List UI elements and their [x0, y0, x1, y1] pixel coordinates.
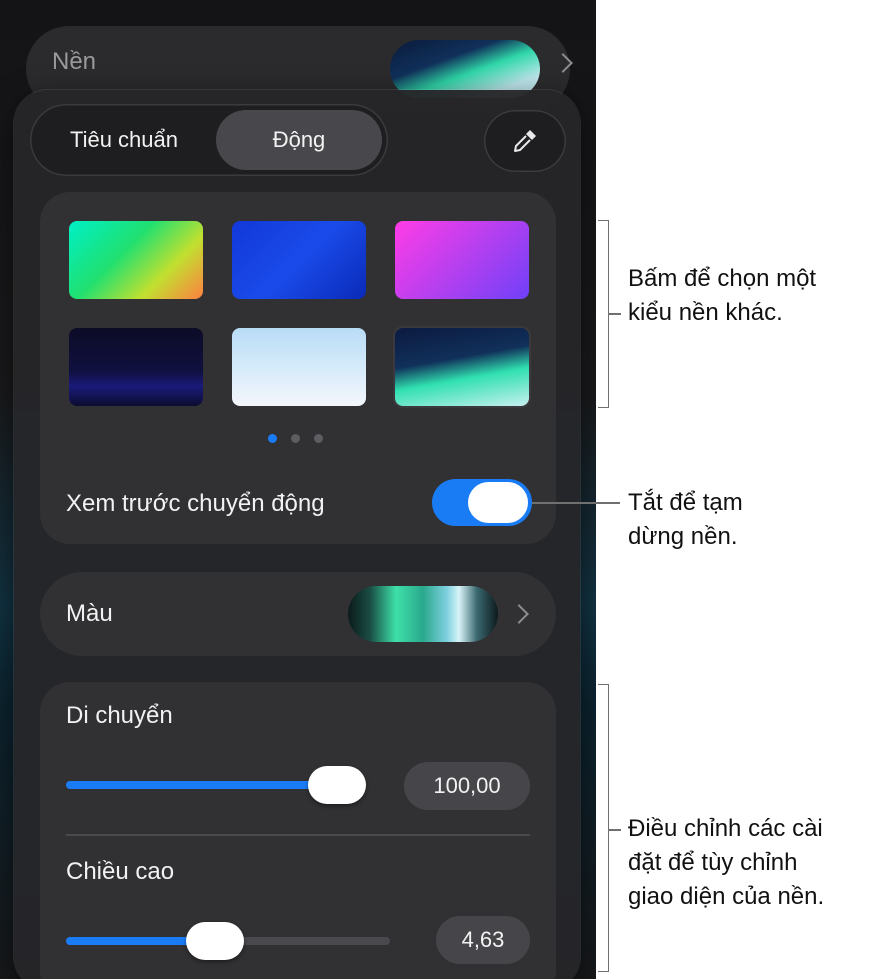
background-panel: Nền Động Tiêu chuẩn Xem trước chuyển độn… — [0, 0, 596, 979]
preset-magenta[interactable] — [395, 221, 529, 299]
preset-rainbow[interactable] — [69, 221, 203, 299]
presets-callout-line2: kiểu nền khác. — [628, 299, 783, 326]
background-type-segmented-control: Động Tiêu chuẩn — [30, 104, 388, 176]
move-value-field[interactable]: 100,00 — [404, 762, 530, 810]
presets-callout: Bấm để chọn một kiểu nền khác. — [628, 262, 816, 330]
toggle-callout-line1: Tắt để tạm — [628, 489, 743, 516]
sliders-callout: Điều chỉnh các cài đặt để tùy chỉnh giao… — [628, 812, 824, 914]
motion-preview-label: Xem trước chuyển động — [66, 490, 325, 517]
toggle-callout-line2: dừng nền. — [628, 523, 738, 550]
color-swatch[interactable] — [348, 586, 498, 642]
segment-dynamic[interactable]: Động — [216, 110, 382, 170]
page-dot — [291, 434, 300, 443]
eyedropper-button[interactable] — [484, 110, 566, 172]
segment-standard[interactable]: Tiêu chuẩn — [36, 110, 212, 170]
page-indicator[interactable] — [268, 434, 323, 443]
divider — [66, 834, 530, 836]
toggle-callout: Tắt để tạm dừng nền. — [628, 486, 743, 554]
preset-teal-waves[interactable] — [395, 328, 529, 406]
sliders-callout-line3: giao diện của nền. — [628, 883, 825, 910]
move-slider-knob[interactable] — [308, 766, 366, 804]
toggle-leader — [532, 502, 620, 504]
move-slider-fill — [66, 781, 337, 789]
sliders-leader — [609, 829, 621, 831]
background-label: Nền — [52, 48, 97, 75]
segment-dynamic-label: Động — [272, 127, 326, 152]
toggle-knob — [468, 482, 528, 523]
segment-standard-label: Tiêu chuẩn — [69, 127, 179, 152]
page-dot — [314, 434, 323, 443]
sliders-bracket — [598, 684, 609, 972]
sliders-callout-line1: Điều chỉnh các cài — [628, 815, 823, 842]
motion-preview-toggle[interactable] — [432, 479, 532, 526]
height-slider-knob[interactable] — [185, 922, 244, 960]
page-dot-active — [268, 434, 277, 443]
height-value-field[interactable]: 4,63 — [436, 916, 530, 964]
presets-leader — [609, 313, 621, 315]
preset-blue[interactable] — [232, 221, 366, 299]
presets-callout-line1: Bấm để chọn một — [628, 265, 817, 292]
preset-light-sky[interactable] — [232, 328, 366, 406]
height-label: Chiều cao — [66, 858, 175, 885]
sliders-callout-line2: đặt để tùy chỉnh — [628, 849, 798, 876]
preset-dark-mountains[interactable] — [69, 328, 203, 406]
eyedropper-icon — [514, 130, 536, 152]
color-label: Màu — [66, 600, 113, 627]
chevron-right-icon — [553, 53, 573, 73]
move-label: Di chuyển — [66, 702, 173, 729]
presets-bracket — [598, 220, 609, 408]
